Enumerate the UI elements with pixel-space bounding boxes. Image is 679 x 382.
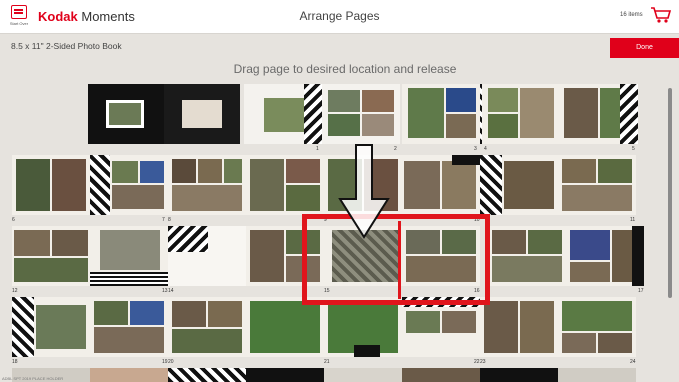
page-thumbnail[interactable] [480, 368, 558, 382]
page-number: 21 [324, 359, 330, 365]
page-number: 17 [638, 288, 644, 294]
page-thumbnail[interactable] [402, 368, 480, 382]
page-spread[interactable] [480, 368, 636, 382]
page-thumbnail[interactable] [560, 84, 638, 144]
page-spread[interactable]: 14 [168, 226, 324, 294]
page-number: 8 [168, 217, 171, 223]
page-thumbnail[interactable] [480, 297, 558, 357]
page-number: 11 [630, 217, 636, 223]
page-spread[interactable]: 11 [480, 155, 636, 223]
page-thumbnail[interactable] [246, 226, 324, 286]
page-number: 9 [324, 217, 327, 223]
page-number: 19 [162, 359, 168, 365]
page-thumbnail[interactable] [90, 155, 168, 215]
page-number: 4 [484, 146, 487, 152]
page-thumbnail[interactable] [12, 297, 90, 357]
page-number: 1 [316, 146, 319, 152]
page-thumbnail[interactable] [90, 226, 168, 286]
page-thumbnail[interactable] [402, 84, 480, 144]
page-thumbnail[interactable] [324, 297, 402, 357]
page-number: 5 [632, 146, 635, 152]
down-arrow-annotation [338, 144, 390, 239]
page-thumbnail[interactable] [88, 84, 164, 144]
page-number: 13 [162, 288, 168, 294]
page-thumbnail[interactable] [482, 84, 560, 144]
page-thumbnail[interactable] [12, 155, 90, 215]
page-thumbnail[interactable] [558, 155, 636, 215]
scrollbar-thumb[interactable] [668, 88, 672, 298]
page-number: 15 [324, 288, 330, 294]
scrollbar[interactable] [667, 84, 673, 376]
page-spread[interactable]: 12 13 [12, 226, 168, 294]
page-number: 6 [12, 217, 15, 223]
page-thumbnail[interactable] [246, 368, 324, 382]
page-spread[interactable]: 8 [168, 155, 324, 223]
page-thumbnail[interactable] [168, 297, 246, 357]
page-thumbnail[interactable] [402, 155, 480, 215]
page-number: 7 [162, 217, 165, 223]
page-number: 18 [12, 359, 18, 365]
page-thumbnail[interactable] [488, 226, 566, 286]
page-number: 24 [630, 359, 636, 365]
page-spread[interactable]: 17 [488, 226, 644, 294]
page-spread[interactable]: 23 24 [480, 297, 636, 365]
page-thumbnail[interactable] [402, 226, 480, 286]
page-spread[interactable]: 6 7 [12, 155, 168, 223]
page-thumbnail[interactable] [322, 84, 400, 144]
page-thumbnail[interactable] [12, 226, 90, 286]
page-spread[interactable]: 1 2 [244, 84, 400, 152]
page-number: 3 [474, 146, 477, 152]
page-thumbnail[interactable] [244, 84, 322, 144]
page-number: 23 [480, 359, 486, 365]
page-thumbnail[interactable] [402, 297, 480, 357]
page-number: 12 [12, 288, 18, 294]
page-thumbnail[interactable] [480, 155, 558, 215]
page-spread[interactable] [168, 368, 324, 382]
page-number: 2 [394, 146, 397, 152]
page-thumbnail[interactable] [246, 155, 324, 215]
page-spread[interactable]: 18 19 [12, 297, 168, 365]
page-spread[interactable]: 20 [168, 297, 324, 365]
page-thumbnail[interactable] [558, 297, 636, 357]
page-thumbnail[interactable] [90, 297, 168, 357]
page-number: 22 [474, 359, 480, 365]
page-thumbnail[interactable] [168, 368, 246, 382]
page-thumbnail[interactable] [558, 368, 636, 382]
page-spread[interactable]: 21 22 [324, 297, 480, 365]
footer-text: ADBL SPT 2019 PLACE HOLDER [2, 376, 64, 381]
drop-indicator-line [398, 221, 401, 299]
page-thumbnail[interactable] [168, 155, 246, 215]
page-thumbnail[interactable] [168, 226, 246, 286]
page-spread[interactable]: 4 5 [482, 84, 638, 152]
page-number: 16 [474, 288, 480, 294]
page-thumbnail[interactable] [164, 84, 240, 144]
cover-spread[interactable] [88, 84, 240, 144]
page-thumbnail[interactable] [324, 368, 402, 382]
page-number: 14 [168, 288, 174, 294]
page-number: 20 [168, 359, 174, 365]
page-thumbnail[interactable] [566, 226, 644, 286]
page-number: 10 [474, 217, 480, 223]
page-thumbnail[interactable] [90, 368, 168, 382]
page-spread[interactable] [324, 368, 480, 382]
page-thumbnail[interactable] [246, 297, 324, 357]
